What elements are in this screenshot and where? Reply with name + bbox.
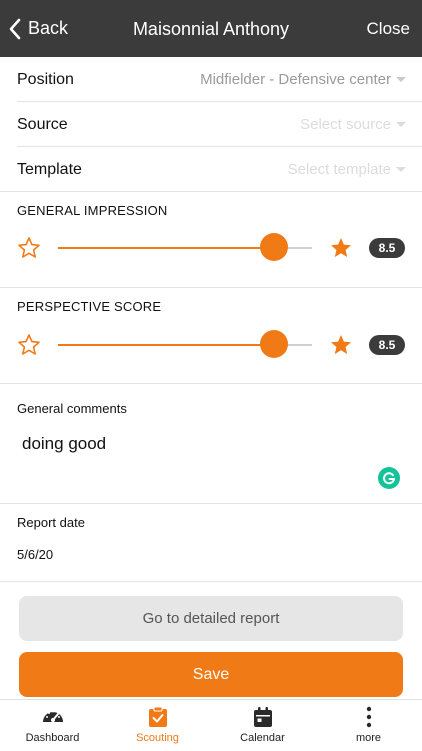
position-label: Position bbox=[17, 70, 74, 88]
general-comments-input[interactable]: doing good bbox=[22, 434, 106, 454]
source-label: Source bbox=[17, 115, 68, 133]
back-label: Back bbox=[28, 18, 69, 38]
general-impression-label: GENERAL IMPRESSION bbox=[17, 203, 168, 218]
tab-scouting[interactable]: Scouting bbox=[105, 700, 210, 751]
general-impression-slider[interactable]: 8.5 bbox=[0, 233, 422, 263]
grammarly-g-icon bbox=[383, 472, 396, 485]
star-outline-icon bbox=[18, 237, 40, 258]
divider bbox=[0, 503, 422, 504]
more-vertical-icon bbox=[366, 706, 371, 728]
tab-more[interactable]: more bbox=[315, 700, 422, 751]
speedometer-icon bbox=[42, 710, 63, 722]
slider-thumb[interactable] bbox=[259, 233, 288, 261]
source-select[interactable]: Source Select source bbox=[0, 102, 422, 147]
dropdown-caret-icon bbox=[396, 122, 406, 127]
template-label: Template bbox=[17, 160, 82, 178]
tab-label: more bbox=[355, 732, 382, 744]
tab-calendar[interactable]: Calendar bbox=[210, 700, 315, 751]
slider-thumb[interactable] bbox=[259, 330, 288, 358]
report-date-field[interactable]: 5/6/20 bbox=[17, 547, 53, 562]
perspective-score-slider[interactable]: 8.5 bbox=[0, 330, 422, 360]
position-value: Midfielder - Defensive center bbox=[200, 71, 391, 88]
dropdown-caret-icon bbox=[396, 167, 406, 172]
tab-label: Calendar bbox=[240, 732, 285, 744]
slider-fill bbox=[58, 247, 274, 249]
tab-bar: Dashboard Scouting Calendar more bbox=[0, 699, 422, 750]
chevron-left-icon bbox=[9, 18, 21, 39]
tab-label: Dashboard bbox=[25, 732, 80, 744]
header-bar: Back Maisonnial Anthony Close bbox=[0, 0, 422, 57]
position-select[interactable]: Position Midfielder - Defensive center bbox=[0, 57, 422, 102]
dropdown-caret-icon bbox=[396, 77, 406, 82]
divider bbox=[0, 581, 422, 582]
divider bbox=[0, 287, 422, 288]
back-button[interactable]: Back bbox=[8, 0, 68, 57]
save-button[interactable]: Save bbox=[19, 652, 403, 697]
detailed-report-button[interactable]: Go to detailed report bbox=[19, 596, 403, 641]
star-filled-icon bbox=[331, 238, 351, 257]
divider bbox=[0, 383, 422, 384]
template-select[interactable]: Template Select template bbox=[0, 147, 422, 192]
score-badge: 8.5 bbox=[369, 238, 405, 258]
score-badge: 8.5 bbox=[369, 335, 405, 355]
tab-label: Scouting bbox=[136, 732, 179, 744]
source-placeholder: Select source bbox=[300, 116, 391, 133]
star-outline-icon bbox=[18, 334, 40, 355]
close-button[interactable]: Close bbox=[367, 19, 410, 39]
calendar-icon bbox=[253, 707, 272, 727]
template-placeholder: Select template bbox=[287, 161, 391, 178]
general-comments-label: General comments bbox=[17, 401, 127, 416]
perspective-score-label: PERSPECTIVE SCORE bbox=[17, 299, 162, 314]
tab-dashboard[interactable]: Dashboard bbox=[0, 700, 105, 751]
grammarly-icon[interactable] bbox=[378, 467, 400, 489]
clipboard-check-icon bbox=[148, 706, 167, 727]
star-filled-icon bbox=[331, 335, 351, 354]
slider-fill bbox=[58, 344, 274, 346]
divider bbox=[0, 191, 422, 192]
report-date-label: Report date bbox=[17, 515, 85, 530]
